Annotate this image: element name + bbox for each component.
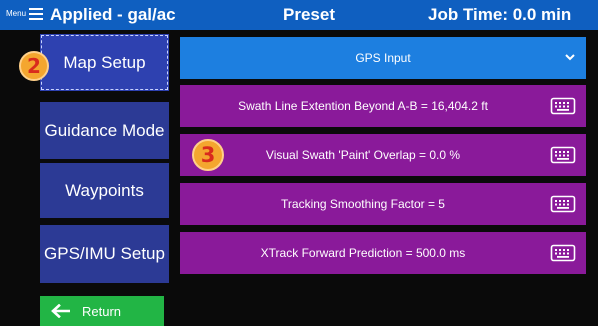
top-status-bar: Menu Applied - gal/ac Preset Job Time: 0… — [0, 0, 598, 30]
sidebar-item-map-setup[interactable]: Map Setup — [40, 34, 169, 91]
setting-row-visual-swath-overlap[interactable]: Visual Swath 'Paint' Overlap = 0.0 % — [180, 134, 586, 176]
return-button[interactable]: Return — [40, 296, 164, 326]
setting-label: Visual Swath 'Paint' Overlap = 0.0 % — [265, 148, 461, 162]
sidebar-item-label: Waypoints — [65, 180, 144, 200]
setting-label: Swath Line Extention Beyond A-B = 16,404… — [238, 99, 488, 113]
keyboard-icon[interactable] — [550, 145, 576, 165]
sidebar-item-waypoints[interactable]: Waypoints — [40, 163, 169, 218]
dropdown-label: GPS Input — [355, 51, 411, 65]
menu-label: Menu — [6, 9, 27, 18]
sidebar-item-label: Guidance Mode — [44, 120, 165, 140]
step-badge-2: 2 — [19, 51, 49, 81]
gps-input-dropdown[interactable]: GPS Input — [180, 37, 586, 79]
chevron-down-icon — [564, 51, 576, 63]
setting-row-tracking-smoothing[interactable]: Tracking Smoothing Factor = 5 — [180, 183, 586, 225]
keyboard-icon[interactable] — [550, 194, 576, 214]
setting-row-xtrack-forward-prediction[interactable]: XTrack Forward Prediction = 500.0 ms — [180, 232, 586, 274]
keyboard-icon[interactable] — [550, 96, 576, 116]
setting-row-swath-line-extension[interactable]: Swath Line Extention Beyond A-B = 16,404… — [180, 85, 586, 127]
keyboard-icon[interactable] — [550, 243, 576, 263]
application-units-title: Applied - gal/ac — [50, 5, 176, 24]
left-arrow-icon — [50, 303, 71, 319]
sidebar-item-guidance-mode[interactable]: Guidance Mode — [40, 102, 169, 159]
hamburger-icon — [29, 6, 43, 22]
step-badge-3: 3 — [192, 139, 224, 171]
sidebar-item-gps-imu-setup[interactable]: GPS/IMU Setup — [40, 225, 169, 283]
preset-title: Preset — [283, 5, 335, 24]
sidebar-item-label: Map Setup — [63, 52, 146, 72]
setting-label: XTrack Forward Prediction = 500.0 ms — [260, 246, 466, 260]
sidebar-item-label: GPS/IMU Setup — [44, 244, 165, 263]
job-time-title: Job Time: 0.0 min — [428, 5, 572, 24]
return-label: Return — [82, 303, 122, 319]
setting-label: Tracking Smoothing Factor = 5 — [281, 197, 445, 211]
